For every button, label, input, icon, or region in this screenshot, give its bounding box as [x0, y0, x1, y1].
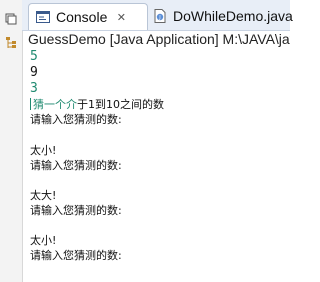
- close-icon[interactable]: ✕: [115, 11, 127, 24]
- text-cursor: [30, 98, 31, 110]
- console-line: 9: [30, 65, 38, 80]
- console-window: Console ✕ J DoWhileDemo.java GuessDemo […: [0, 0, 293, 282]
- console-output[interactable]: 5 9 3 猜一个介于1到10之间的数 请输入您猜测的数: 太小! 请输入您猜测…: [28, 49, 290, 282]
- console-result: 太大!: [30, 189, 57, 202]
- java-file-icon: J: [154, 9, 166, 23]
- console-line: 5: [30, 49, 38, 64]
- hint-rest: 于1到10之间的数: [77, 98, 164, 111]
- console-prompt: 请输入您猜测的数:: [30, 204, 122, 217]
- tab-console-label: Console: [56, 9, 108, 25]
- restore-view-icon[interactable]: [4, 12, 18, 26]
- tab-console[interactable]: Console ✕: [28, 3, 148, 30]
- console-process-title: GuessDemo [Java Application] M:\JAVA\jav…: [28, 31, 290, 47]
- console-prompt: 请输入您猜测的数:: [30, 159, 122, 172]
- console-result: 太小!: [30, 234, 57, 247]
- tab-dowhile-demo[interactable]: J DoWhileDemo.java: [146, 3, 293, 29]
- view-tab-bar: Console ✕ J DoWhileDemo.java: [22, 0, 293, 31]
- tab-dowhile-label: DoWhileDemo.java: [173, 8, 293, 24]
- left-toolbar-strip: [0, 0, 23, 282]
- svg-text:J: J: [158, 15, 160, 21]
- console-hint-line: 猜一个介于1到10之间的数: [30, 96, 164, 112]
- console-icon: [36, 11, 50, 23]
- console-prompt: 请输入您猜测的数:: [30, 249, 122, 262]
- hierarchy-view-icon[interactable]: [4, 36, 18, 50]
- console-prompt: 请输入您猜测的数:: [30, 113, 122, 126]
- console-result: 太小!: [30, 144, 57, 157]
- console-line: 3: [30, 81, 38, 96]
- hint-prefix: 猜一个介: [33, 98, 77, 111]
